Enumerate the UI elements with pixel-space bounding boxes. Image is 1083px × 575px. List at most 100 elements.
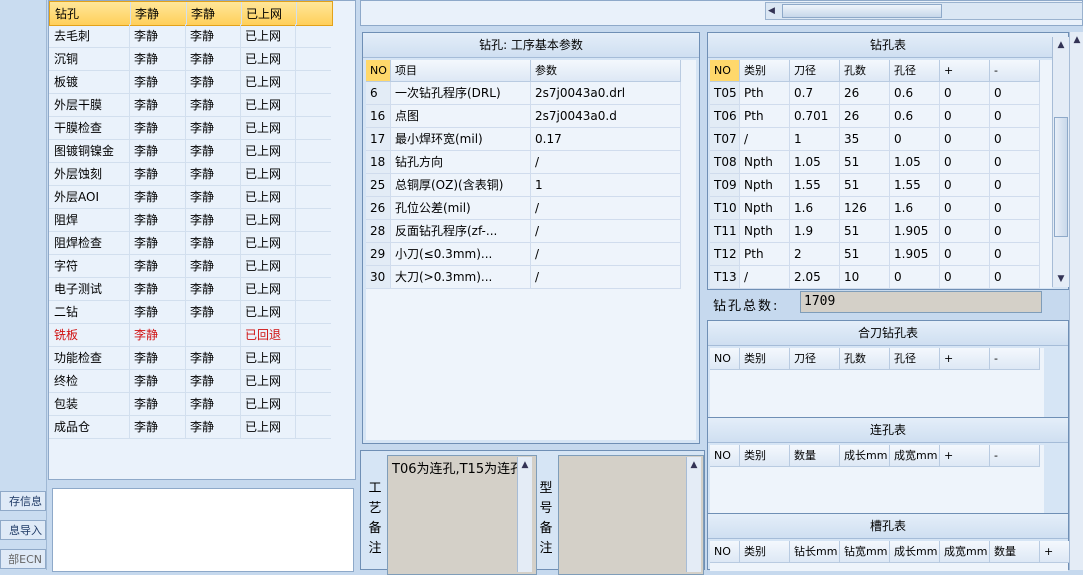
table-cell: 30 — [366, 266, 391, 289]
column-header[interactable]: 成宽mm — [940, 541, 990, 563]
process-row[interactable]: 字符 李静 李静 已上网 — [49, 254, 331, 278]
scroll-left-icon[interactable]: ◀ — [768, 4, 780, 18]
cell-divider — [240, 415, 241, 438]
process-cell-status: 已上网 — [245, 374, 282, 388]
column-header[interactable]: 成长mm — [890, 541, 940, 563]
combo-table-title: 合刀钻孔表 — [708, 321, 1068, 346]
process-note-textarea[interactable]: T06为连孔,T15为连孔 — [387, 455, 537, 575]
horizontal-scrollbar[interactable]: ◀ — [765, 2, 1083, 20]
column-header[interactable]: 成宽mm — [890, 445, 940, 467]
table-cell: 1.6 — [890, 197, 940, 220]
process-row[interactable]: 阻焊 李静 李静 已上网 — [49, 208, 331, 232]
process-row[interactable]: 图镀铜镍金 李静 李静 已上网 — [49, 139, 331, 163]
column-header[interactable]: NO — [710, 60, 740, 82]
column-header[interactable]: 类别 — [740, 541, 790, 563]
save-info-button[interactable]: 存信息 — [0, 491, 46, 511]
cell-divider — [240, 369, 241, 392]
column-header[interactable]: 数量 — [790, 445, 840, 467]
process-row[interactable]: 包装 李静 李静 已上网 — [49, 392, 331, 416]
column-header[interactable]: 参数 — [531, 60, 681, 82]
process-row[interactable]: 终检 李静 李静 已上网 — [49, 369, 331, 393]
column-header[interactable]: 孔数 — [840, 60, 890, 82]
model-note-scrollbar[interactable]: ▲ — [686, 457, 701, 572]
process-note-scrollbar[interactable]: ▲ — [517, 457, 532, 572]
column-header[interactable]: 孔数 — [840, 348, 890, 370]
column-header[interactable]: NO — [366, 60, 391, 82]
process-cell-a: 李静 — [134, 98, 159, 112]
table-cell: 2s7j0043a0.d — [531, 105, 681, 128]
column-header[interactable]: NO — [710, 348, 740, 370]
scroll-up-icon[interactable]: ▲ — [1070, 32, 1083, 48]
table-cell: / — [531, 197, 681, 220]
params-panel-title: 钻孔: 工序基本参数 — [363, 33, 699, 58]
process-row[interactable]: 干膜检查 李静 李静 已上网 — [49, 116, 331, 140]
process-row[interactable]: 外层AOI 李静 李静 已上网 — [49, 185, 331, 209]
process-row[interactable]: 阻焊检查 李静 李静 已上网 — [49, 231, 331, 255]
table-cell: 1.9 — [790, 220, 840, 243]
import-info-button[interactable]: 息导入 — [0, 520, 46, 540]
process-row[interactable]: 外层干膜 李静 李静 已上网 — [49, 93, 331, 117]
scroll-thumb[interactable] — [1054, 117, 1068, 237]
process-cell-b: 李静 — [190, 121, 215, 135]
right-scrollbar[interactable]: ▲ — [1069, 32, 1083, 570]
column-header[interactable]: 类别 — [740, 445, 790, 467]
cell-divider — [129, 185, 130, 208]
column-header[interactable]: - — [990, 60, 1040, 82]
column-header[interactable]: 刀径 — [790, 348, 840, 370]
table-cell: 0 — [990, 128, 1040, 151]
column-header[interactable]: + — [940, 60, 990, 82]
scroll-up-icon[interactable]: ▲ — [518, 457, 532, 473]
drill-table-panel: 钻孔表 NO 类别 刀径 孔数 孔径 + - T05 Pth 0.7 26 0.6 0 0 T06 Pth 0.… — [707, 32, 1069, 290]
column-header[interactable]: + — [940, 348, 990, 370]
ecn-button[interactable]: 部ECN — [0, 549, 46, 569]
column-header[interactable]: - — [990, 445, 1040, 467]
column-header[interactable]: 钻长mm — [790, 541, 840, 563]
column-header[interactable]: NO — [710, 541, 740, 563]
column-header[interactable]: 类别 — [740, 348, 790, 370]
process-row[interactable]: 功能检查 李静 李静 已上网 — [49, 346, 331, 370]
cell-divider — [129, 369, 130, 392]
column-header[interactable]: 项目 — [391, 60, 531, 82]
column-header[interactable]: - — [990, 348, 1040, 370]
process-row[interactable]: 铣板 李静 已回退 — [49, 323, 331, 347]
process-row[interactable]: 成品仓 李静 李静 已上网 — [49, 415, 331, 439]
process-cell-name: 去毛刺 — [54, 29, 91, 43]
column-header[interactable]: 孔径 — [890, 348, 940, 370]
drill-total-field[interactable]: 1709 — [800, 291, 1042, 313]
cell-divider — [240, 24, 241, 47]
scroll-thumb[interactable] — [782, 4, 942, 18]
column-header[interactable]: 孔径 — [890, 60, 940, 82]
cell-divider — [240, 47, 241, 70]
scroll-down-icon[interactable]: ▼ — [1053, 271, 1069, 287]
scroll-up-icon[interactable]: ▲ — [687, 457, 701, 473]
column-header[interactable]: 刀径 — [790, 60, 840, 82]
column-header[interactable]: + — [1040, 541, 1070, 563]
table-cell: 0 — [990, 243, 1040, 266]
notes-box[interactable] — [52, 488, 354, 572]
process-row[interactable]: 去毛刺 李静 李静 已上网 — [49, 24, 331, 48]
process-row[interactable]: 二钻 李静 李静 已上网 — [49, 300, 331, 324]
process-row[interactable]: 钻孔 李静 李静 已上网 — [49, 1, 333, 26]
table-cell: Pth — [740, 243, 790, 266]
process-cell-a: 李静 — [134, 236, 159, 250]
model-note-textarea[interactable] — [558, 455, 704, 575]
column-header[interactable]: 数量 — [990, 541, 1040, 563]
process-row[interactable]: 外层蚀刻 李静 李静 已上网 — [49, 162, 331, 186]
slot-grid: NO 类别 钻长mm 钻宽mm 成长mm 成宽mm 数量 + — [710, 541, 1070, 571]
process-row[interactable]: 电子测试 李静 李静 已上网 — [49, 277, 331, 301]
table-cell: 1 — [790, 128, 840, 151]
process-cell-status: 已上网 — [245, 29, 282, 43]
process-cell-name: 干膜检查 — [54, 121, 103, 135]
column-header[interactable]: 成长mm — [840, 445, 890, 467]
column-header[interactable]: NO — [710, 445, 740, 467]
scroll-up-icon[interactable]: ▲ — [1053, 37, 1069, 53]
column-header[interactable]: 类别 — [740, 60, 790, 82]
cell-divider — [295, 93, 296, 116]
process-row[interactable]: 沉铜 李静 李静 已上网 — [49, 47, 331, 71]
process-row[interactable]: 板镀 李静 李静 已上网 — [49, 70, 331, 94]
process-cell-b: 李静 — [190, 98, 215, 112]
column-header[interactable]: + — [940, 445, 990, 467]
column-header[interactable]: 钻宽mm — [840, 541, 890, 563]
process-cell-status: 已上网 — [245, 351, 282, 365]
drill-table-scrollbar[interactable]: ▲ ▼ — [1052, 37, 1069, 287]
